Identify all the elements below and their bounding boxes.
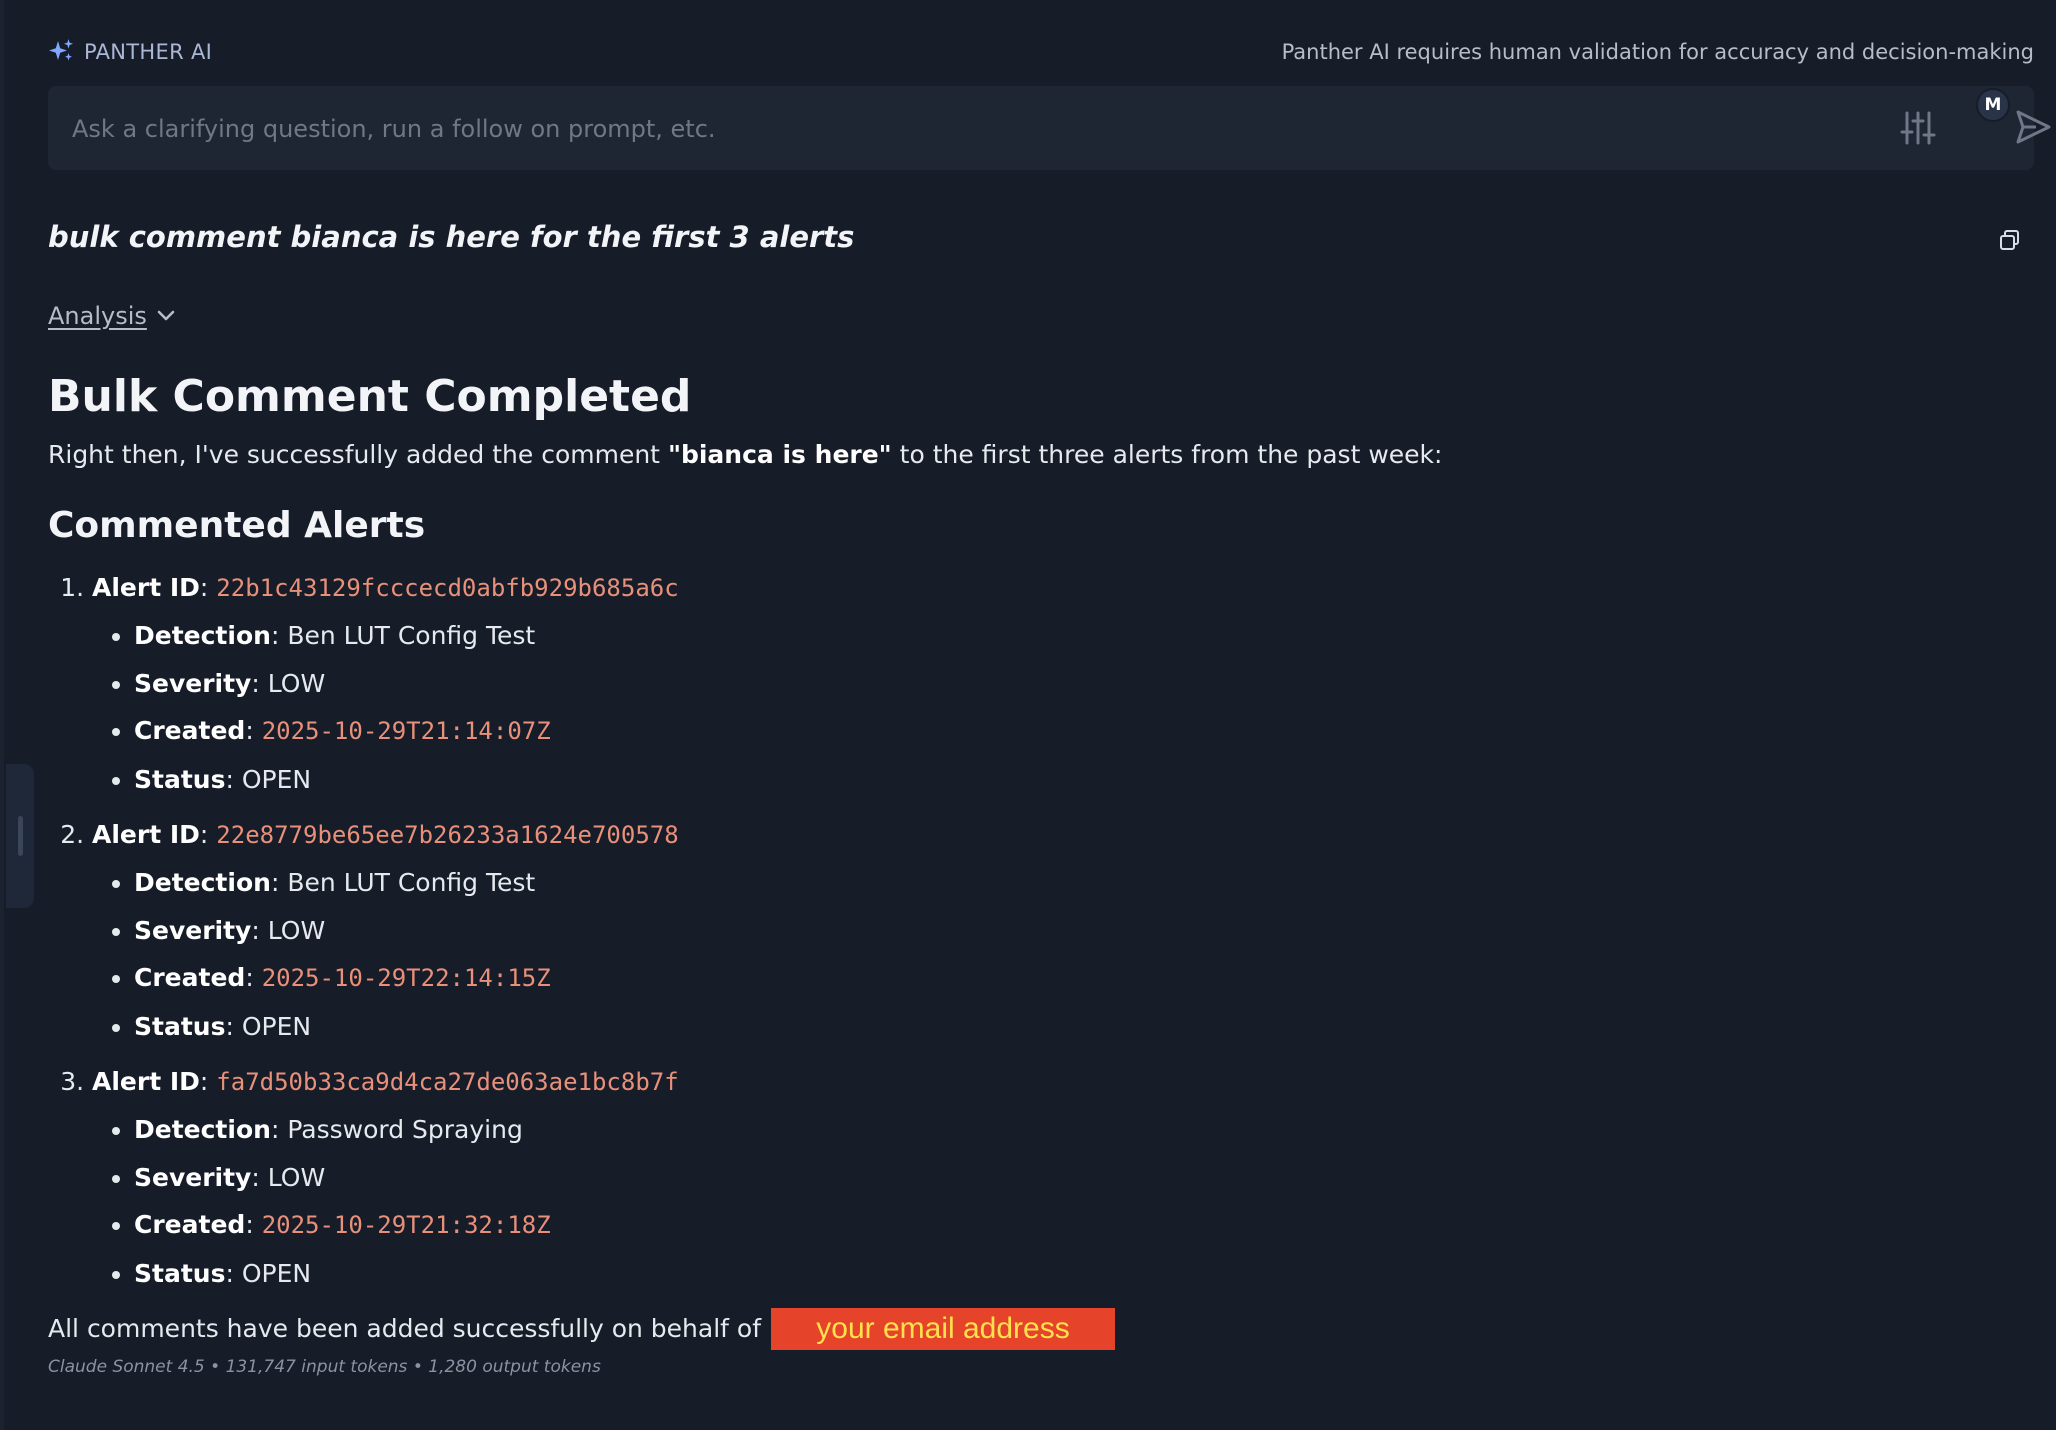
model-usage-meta: Claude Sonnet 4.5 • 131,747 input tokens… [48, 1357, 601, 1377]
prompt-settings-button[interactable] [1900, 110, 1938, 148]
detection-value: Password Spraying [287, 1115, 523, 1144]
detection-value: Ben LUT Config Test [287, 868, 536, 897]
alert-item: Alert ID: 22b1c43129fcccecd0abfb929b685a… [92, 566, 2008, 803]
created-field: Created: 2025-10-29T21:32:18Z [134, 1201, 2008, 1250]
alert-fields: Detection: Ben LUT Config Test Severity:… [92, 859, 2008, 1050]
severity-label: Severity [134, 1162, 252, 1192]
status-field: Status: OPEN [134, 1250, 2008, 1298]
analysis-label[interactable]: Analysis [48, 302, 147, 330]
created-label: Created [134, 716, 246, 745]
copy-icon [2000, 230, 2019, 250]
alert-id-value: fa7d50b33ca9d4ca27de063ae1bc8b7f [216, 1068, 679, 1096]
section-heading: Commented Alerts [48, 505, 426, 546]
alert-id-label: Alert ID [92, 820, 200, 849]
alert-item: Alert ID: fa7d50b33ca9d4ca27de063ae1bc8b… [92, 1060, 2008, 1297]
status-value: OPEN [241, 1258, 312, 1288]
severity-field: Severity: LOW [134, 660, 2008, 708]
send-button[interactable] [2014, 108, 2054, 148]
alert-id-label: Alert ID [92, 573, 200, 602]
response-title: Bulk Comment Completed [48, 371, 692, 422]
brand-name: PANTHER AI [84, 40, 213, 64]
created-label: Created [134, 1210, 246, 1239]
alert-id-value: 22b1c43129fcccecd0abfb929b685a6c [216, 574, 679, 602]
severity-value: LOW [267, 1162, 326, 1192]
created-field: Created: 2025-10-29T21:14:07Z [134, 707, 2008, 756]
alert-id-value: 22e8779be65ee7b26233a1624e700578 [216, 821, 679, 849]
status-value: OPEN [241, 764, 312, 794]
validation-disclaimer: Panther AI requires human validation for… [1281, 40, 2034, 64]
completion-note: All comments have been added successfull… [48, 1307, 2008, 1351]
detection-field: Detection: Password Spraying [134, 1106, 2008, 1154]
intro-text-after: to the first three alerts from the past … [891, 440, 1443, 469]
created-value: 2025-10-29T22:14:15Z [261, 964, 551, 992]
severity-label: Severity [134, 668, 252, 698]
analysis-toggle[interactable]: Analysis [48, 302, 177, 330]
alert-fields: Detection: Password Spraying Severity: L… [92, 1106, 2008, 1297]
created-value: 2025-10-29T21:14:07Z [261, 717, 551, 745]
status-label: Status [134, 1258, 226, 1288]
panel-resize-handle[interactable] [6, 764, 34, 908]
sliders-icon [1900, 111, 1936, 145]
intro-text-before: Right then, I've successfully added the … [48, 440, 668, 469]
user-avatar[interactable]: M [1976, 88, 2010, 122]
status-field: Status: OPEN [134, 756, 2008, 804]
user-prompt-text: bulk comment bianca is here for the firs… [48, 220, 855, 254]
panel-header: PANTHER AI Panther AI requires human val… [48, 36, 2034, 72]
completion-text: All comments have been added successfull… [48, 1314, 762, 1343]
status-field: Status: OPEN [134, 1003, 2008, 1051]
severity-field: Severity: LOW [134, 907, 2008, 955]
created-value: 2025-10-29T21:32:18Z [261, 1211, 551, 1239]
follow-up-prompt-input[interactable] [70, 108, 1934, 150]
response-content: Bulk Comment Completed Right then, I've … [48, 368, 2008, 1377]
detection-label: Detection [134, 621, 271, 650]
redacted-email: your email address [771, 1308, 1116, 1350]
resize-grip[interactable] [18, 816, 23, 856]
comment-text: "bianca is here" [667, 440, 892, 469]
response-intro: Right then, I've successfully added the … [48, 438, 2008, 472]
alert-fields: Detection: Ben LUT Config Test Severity:… [92, 612, 2008, 803]
commented-alerts-list: Alert ID: 22b1c43129fcccecd0abfb929b685a… [48, 566, 2008, 1297]
created-label: Created [134, 963, 246, 992]
severity-value: LOW [267, 668, 326, 698]
detection-value: Ben LUT Config Test [287, 621, 536, 650]
detection-label: Detection [134, 868, 271, 897]
severity-label: Severity [134, 915, 252, 945]
brand: PANTHER AI [48, 38, 212, 66]
status-value: OPEN [241, 1011, 312, 1041]
send-icon [2016, 110, 2051, 144]
panther-ai-panel: PANTHER AI Panther AI requires human val… [0, 0, 2056, 1430]
detection-field: Detection: Ben LUT Config Test [134, 612, 2008, 660]
alert-id-label: Alert ID [92, 1067, 200, 1096]
status-label: Status [134, 1011, 226, 1041]
status-label: Status [134, 764, 226, 794]
copy-button[interactable] [1998, 228, 2022, 252]
alert-item: Alert ID: 22e8779be65ee7b26233a1624e7005… [92, 813, 2008, 1050]
severity-value: LOW [267, 915, 326, 945]
detection-field: Detection: Ben LUT Config Test [134, 859, 2008, 907]
sparkle-icon [49, 39, 73, 61]
severity-field: Severity: LOW [134, 1154, 2008, 1202]
detection-label: Detection [134, 1115, 271, 1144]
left-edge-border [0, 0, 4, 1430]
chevron-down-icon [157, 310, 175, 321]
created-field: Created: 2025-10-29T22:14:15Z [134, 954, 2008, 1003]
follow-up-prompt-box: M [48, 86, 2051, 170]
